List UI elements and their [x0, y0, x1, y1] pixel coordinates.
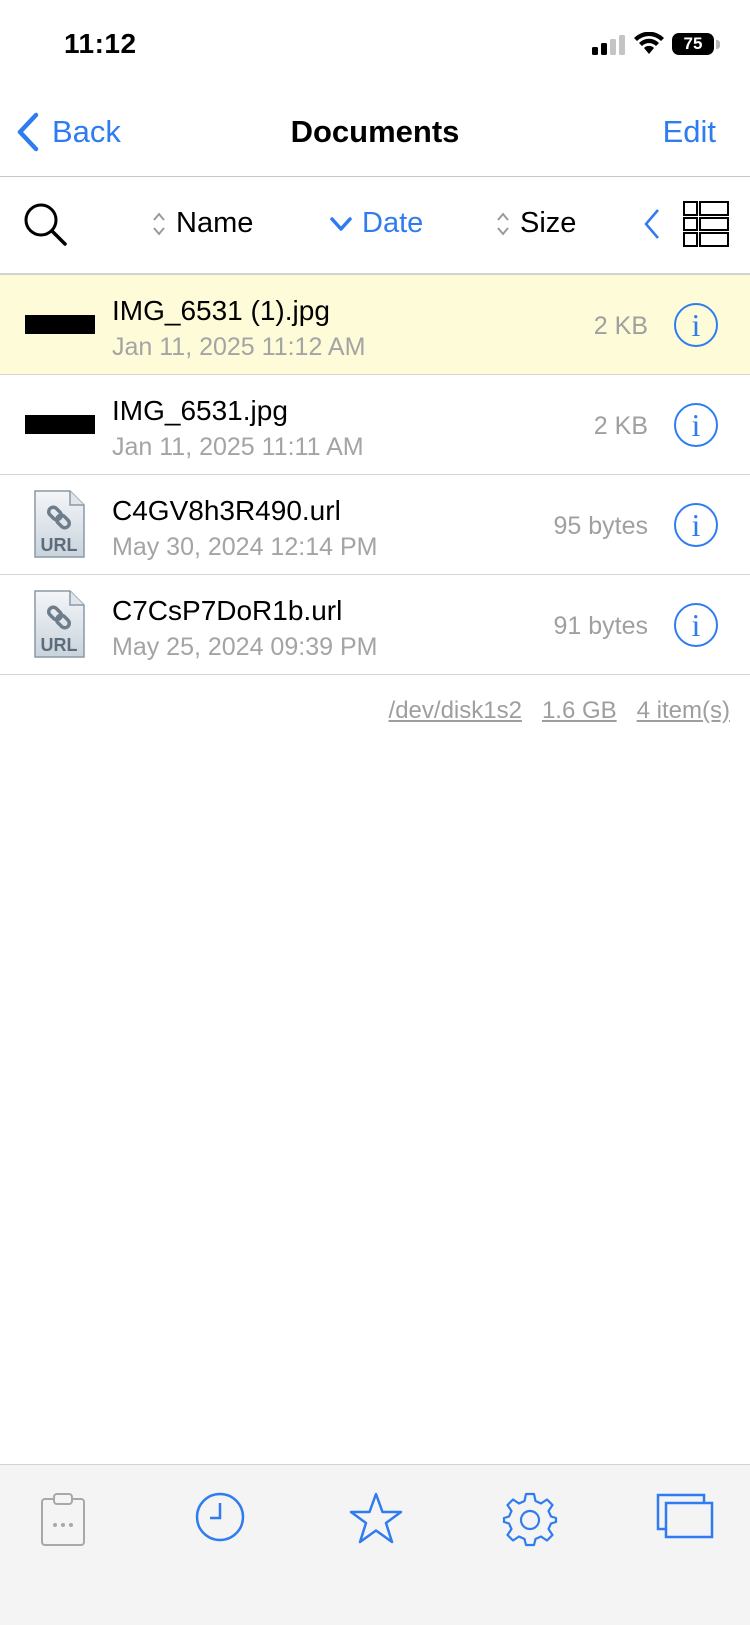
file-row[interactable]: URL C4GV8h3R490.url May 30, 2024 12:14 P… [0, 475, 750, 575]
page-title: Documents [290, 114, 460, 149]
disk-info: /dev/disk1s2 1.6 GB 4 item(s) [389, 697, 730, 725]
sort-by-size-button[interactable]: Size [496, 207, 576, 240]
file-date: Jan 11, 2025 11:12 AM [112, 333, 366, 361]
info-button[interactable]: i [674, 503, 718, 547]
info-icon: i [691, 607, 701, 643]
edit-button[interactable]: Edit [663, 114, 716, 150]
info-button[interactable]: i [674, 403, 718, 447]
chevron-left-icon[interactable] [642, 207, 662, 241]
url-file-icon: URL [34, 490, 85, 558]
info-icon: i [691, 507, 701, 543]
clipboard-icon[interactable] [40, 1491, 86, 1547]
info-button[interactable]: i [674, 603, 718, 647]
url-file-icon: URL [34, 590, 85, 658]
info-icon: i [691, 307, 701, 343]
list-view-icon[interactable] [683, 201, 729, 247]
file-date: May 25, 2024 09:39 PM [112, 633, 378, 661]
file-size: 95 bytes [553, 512, 648, 540]
battery-indicator: 75 [672, 33, 714, 55]
wifi-icon [634, 32, 664, 54]
file-row[interactable]: IMG_6531.jpg Jan 11, 2025 11:11 AM 2 KB … [0, 375, 750, 475]
file-size: 2 KB [593, 412, 648, 440]
info-icon: i [691, 407, 701, 443]
disk-free-link[interactable]: 1.6 GB [542, 697, 617, 725]
file-name: IMG_6531 (1).jpg [112, 295, 330, 326]
file-size: 2 KB [593, 312, 648, 340]
sort-name-label: Name [176, 207, 254, 239]
info-button[interactable]: i [674, 303, 718, 347]
image-thumbnail [25, 415, 95, 434]
star-icon[interactable] [348, 1491, 404, 1545]
sort-by-date-button[interactable]: Date [330, 207, 423, 240]
file-row[interactable]: IMG_6531 (1).jpg Jan 11, 2025 11:12 AM 2… [0, 275, 750, 375]
status-bar: 11:12 75 [0, 0, 750, 90]
file-name: C7CsP7DoR1b.url [112, 595, 343, 626]
windows-icon[interactable] [656, 1491, 714, 1539]
search-icon[interactable] [22, 201, 68, 247]
file-name: C4GV8h3R490.url [112, 495, 341, 526]
disk-device-link[interactable]: /dev/disk1s2 [389, 697, 522, 725]
file-size: 91 bytes [553, 612, 648, 640]
status-time: 11:12 [64, 28, 137, 59]
sort-toolbar: Name Date Size [0, 177, 750, 275]
sort-updown-icon [497, 211, 509, 236]
gear-icon[interactable] [502, 1491, 558, 1547]
url-icon-label: URL [41, 535, 78, 555]
clock-icon[interactable] [194, 1491, 246, 1543]
tab-bar [0, 1464, 750, 1625]
sort-by-name-button[interactable]: Name [152, 207, 253, 240]
cellular-signal-icon [592, 35, 625, 55]
image-thumbnail [25, 315, 95, 334]
file-date: Jan 11, 2025 11:11 AM [112, 433, 364, 461]
item-count-link[interactable]: 4 item(s) [637, 697, 730, 725]
file-list: IMG_6531 (1).jpg Jan 11, 2025 11:12 AM 2… [0, 275, 750, 675]
url-icon-label: URL [41, 635, 78, 655]
file-name: IMG_6531.jpg [112, 395, 288, 426]
file-row[interactable]: URL C7CsP7DoR1b.url May 25, 2024 09:39 P… [0, 575, 750, 675]
navigation-bar: Back Documents Edit [0, 90, 750, 177]
sort-size-label: Size [520, 207, 577, 239]
sort-date-label: Date [362, 207, 424, 239]
chevron-down-icon [330, 216, 352, 231]
sort-updown-icon [153, 211, 165, 236]
file-date: May 30, 2024 12:14 PM [112, 533, 378, 561]
battery-tip [716, 40, 720, 49]
